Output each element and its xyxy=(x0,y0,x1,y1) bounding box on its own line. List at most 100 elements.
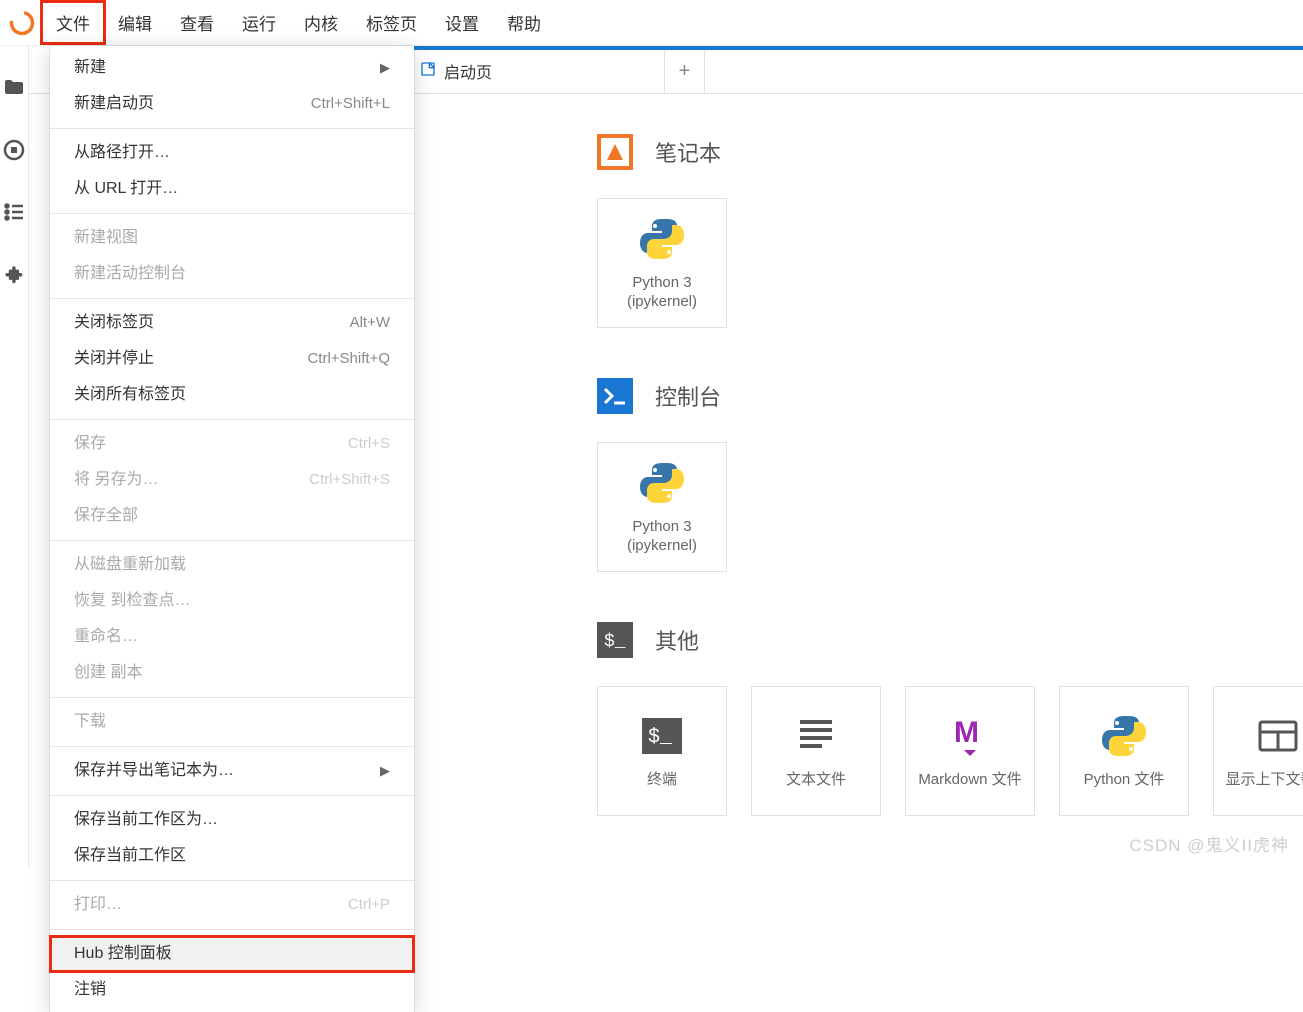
help-icon xyxy=(1254,712,1302,760)
card-label: 显示上下文帮助 xyxy=(1225,770,1303,790)
menuitem-恢复到检查点: 恢复 到检查点… xyxy=(50,583,414,619)
menu-文件[interactable]: 文件 xyxy=(42,2,104,43)
menu-标签页[interactable]: 标签页 xyxy=(352,2,431,43)
section-header: 笔记本 xyxy=(597,134,1303,170)
menu-separator xyxy=(50,298,414,299)
menubar: 文件编辑查看运行内核标签页设置帮助 xyxy=(0,0,1303,46)
menuitem-label: 保存全部 xyxy=(74,504,138,528)
launcher-card-文本文件[interactable]: 文本文件 xyxy=(751,686,881,816)
menuitem-label: 新建启动页 xyxy=(74,92,154,116)
menuitem-新建视图: 新建视图 xyxy=(50,220,414,256)
launcher-section-笔记本: 笔记本 Python 3 (ipykernel) xyxy=(597,134,1303,328)
menu-帮助[interactable]: 帮助 xyxy=(493,2,555,43)
running-icon[interactable] xyxy=(0,136,28,164)
menuitem-保存当前工作区为[interactable]: 保存当前工作区为… xyxy=(50,802,414,838)
menuitem-label: 关闭标签页 xyxy=(74,311,154,335)
menuitem-label: 注销 xyxy=(74,978,106,1002)
shortcut-label: Ctrl+Shift+S xyxy=(309,469,390,492)
menu-查看[interactable]: 查看 xyxy=(166,2,228,43)
launcher-card-Markdown 文件[interactable]: M Markdown 文件 xyxy=(905,686,1035,816)
left-sidebar xyxy=(0,46,29,868)
python-icon xyxy=(638,215,686,263)
menuitem-关闭并停止[interactable]: 关闭并停止Ctrl+Shift+Q xyxy=(50,341,414,377)
text-icon xyxy=(792,712,840,760)
section-title: 笔记本 xyxy=(655,136,721,168)
menuitem-保存: 保存Ctrl+S xyxy=(50,426,414,462)
menuitem-Hub控制面板[interactable]: Hub 控制面板 xyxy=(50,936,414,972)
tab-add-button[interactable]: + xyxy=(665,49,705,93)
menu-separator xyxy=(50,746,414,747)
shortcut-label: Ctrl+Shift+Q xyxy=(307,348,390,371)
menuitem-从URL打开[interactable]: 从 URL 打开… xyxy=(50,171,414,207)
menu-separator xyxy=(50,697,414,698)
launcher-card-Python 文件[interactable]: Python 文件 xyxy=(1059,686,1189,816)
toc-icon[interactable] xyxy=(0,198,28,226)
launcher-card-Python 3[interactable]: Python 3 (ipykernel) xyxy=(597,442,727,572)
menuitem-label: 下载 xyxy=(74,710,106,734)
launcher-section-控制台: 控制台 Python 3 (ipykernel) xyxy=(597,378,1303,572)
launcher-card-终端[interactable]: $_终端 xyxy=(597,686,727,816)
menu-separator xyxy=(50,795,414,796)
menuitem-新建启动页[interactable]: 新建启动页Ctrl+Shift+L xyxy=(50,86,414,122)
svg-text:$_: $_ xyxy=(604,632,626,652)
section-header: 控制台 xyxy=(597,378,1303,414)
card-label: Python 3 (ipykernel) xyxy=(627,517,697,556)
launcher-card-Python 3[interactable]: Python 3 (ipykernel) xyxy=(597,198,727,328)
menu-separator xyxy=(50,213,414,214)
menuitem-label: 保存 xyxy=(74,432,106,456)
menuitem-label: 从磁盘重新加载 xyxy=(74,553,186,577)
terminal-icon: $_ xyxy=(638,712,686,760)
launcher-section-其他: $_ 其他 $_终端文本文件 M Markdown 文件 Python 文件 显示上下文帮助 xyxy=(597,622,1303,816)
menuitem-从磁盘重新加载: 从磁盘重新加载 xyxy=(50,547,414,583)
notebook-section-icon xyxy=(597,134,633,170)
menuitem-label: 重命名… xyxy=(74,625,138,649)
submenu-arrow-icon: ▶ xyxy=(380,761,390,781)
menuitem-新建[interactable]: 新建▶ xyxy=(50,50,414,86)
tab-launcher[interactable]: 启动页 xyxy=(405,46,665,93)
menuitem-注销[interactable]: 注销 xyxy=(50,972,414,1008)
menuitem-下载: 下载 xyxy=(50,704,414,740)
card-row: Python 3 (ipykernel) xyxy=(597,198,1303,328)
tab-label: 启动页 xyxy=(444,59,492,83)
section-header: $_ 其他 xyxy=(597,622,1303,658)
extensions-icon[interactable] xyxy=(0,260,28,288)
menuitem-关闭所有标签页[interactable]: 关闭所有标签页 xyxy=(50,377,414,413)
card-label: Python 3 (ipykernel) xyxy=(627,273,697,312)
menuitem-label: 从 URL 打开… xyxy=(74,177,178,201)
menuitem-创建副本: 创建 副本 xyxy=(50,655,414,691)
jupyter-logo xyxy=(8,9,36,37)
menuitem-保存全部: 保存全部 xyxy=(50,498,414,534)
svg-text:M: M xyxy=(954,716,979,749)
file-menu-dropdown: 新建▶新建启动页Ctrl+Shift+L从路径打开…从 URL 打开…新建视图新… xyxy=(50,46,414,1012)
menu-设置[interactable]: 设置 xyxy=(431,2,493,43)
menu-separator xyxy=(50,929,414,930)
menuitem-关闭标签页[interactable]: 关闭标签页 Alt+W xyxy=(50,305,414,341)
menuitem-保存当前工作区[interactable]: 保存当前工作区 xyxy=(50,838,414,874)
menuitem-打印: 打印… Ctrl+P xyxy=(50,887,414,923)
svg-text:$_: $_ xyxy=(648,726,673,749)
menu-separator xyxy=(50,880,414,881)
menu-内核[interactable]: 内核 xyxy=(290,2,352,43)
menuitem-label: 打印… xyxy=(74,893,122,917)
menuitem-label: 保存当前工作区为… xyxy=(74,808,218,832)
menuitem-保存并导出笔记本为[interactable]: 保存并导出笔记本为…▶ xyxy=(50,753,414,789)
card-label: Markdown 文件 xyxy=(918,770,1021,790)
menuitem-label: 保存当前工作区 xyxy=(74,844,186,868)
python-icon xyxy=(638,459,686,507)
folder-icon[interactable] xyxy=(0,74,28,102)
menu-separator xyxy=(50,540,414,541)
menuitem-新建活动控制台: 新建活动控制台 xyxy=(50,256,414,292)
menuitem-label: 新建活动控制台 xyxy=(74,262,186,286)
shortcut-label: Ctrl+P xyxy=(348,894,390,917)
menuitem-label: 从路径打开… xyxy=(74,141,170,165)
menu-运行[interactable]: 运行 xyxy=(228,2,290,43)
shortcut-label: Alt+W xyxy=(350,312,390,335)
launcher-card-显示上下文帮助[interactable]: 显示上下文帮助 xyxy=(1213,686,1303,816)
menu-编辑[interactable]: 编辑 xyxy=(104,2,166,43)
menuitem-从路径打开[interactable]: 从路径打开… xyxy=(50,135,414,171)
section-title: 其他 xyxy=(655,624,699,656)
card-label: Python 文件 xyxy=(1084,770,1165,790)
console-section-icon xyxy=(597,378,633,414)
menuitem-将另存为: 将 另存为…Ctrl+Shift+S xyxy=(50,462,414,498)
menu-separator xyxy=(50,128,414,129)
